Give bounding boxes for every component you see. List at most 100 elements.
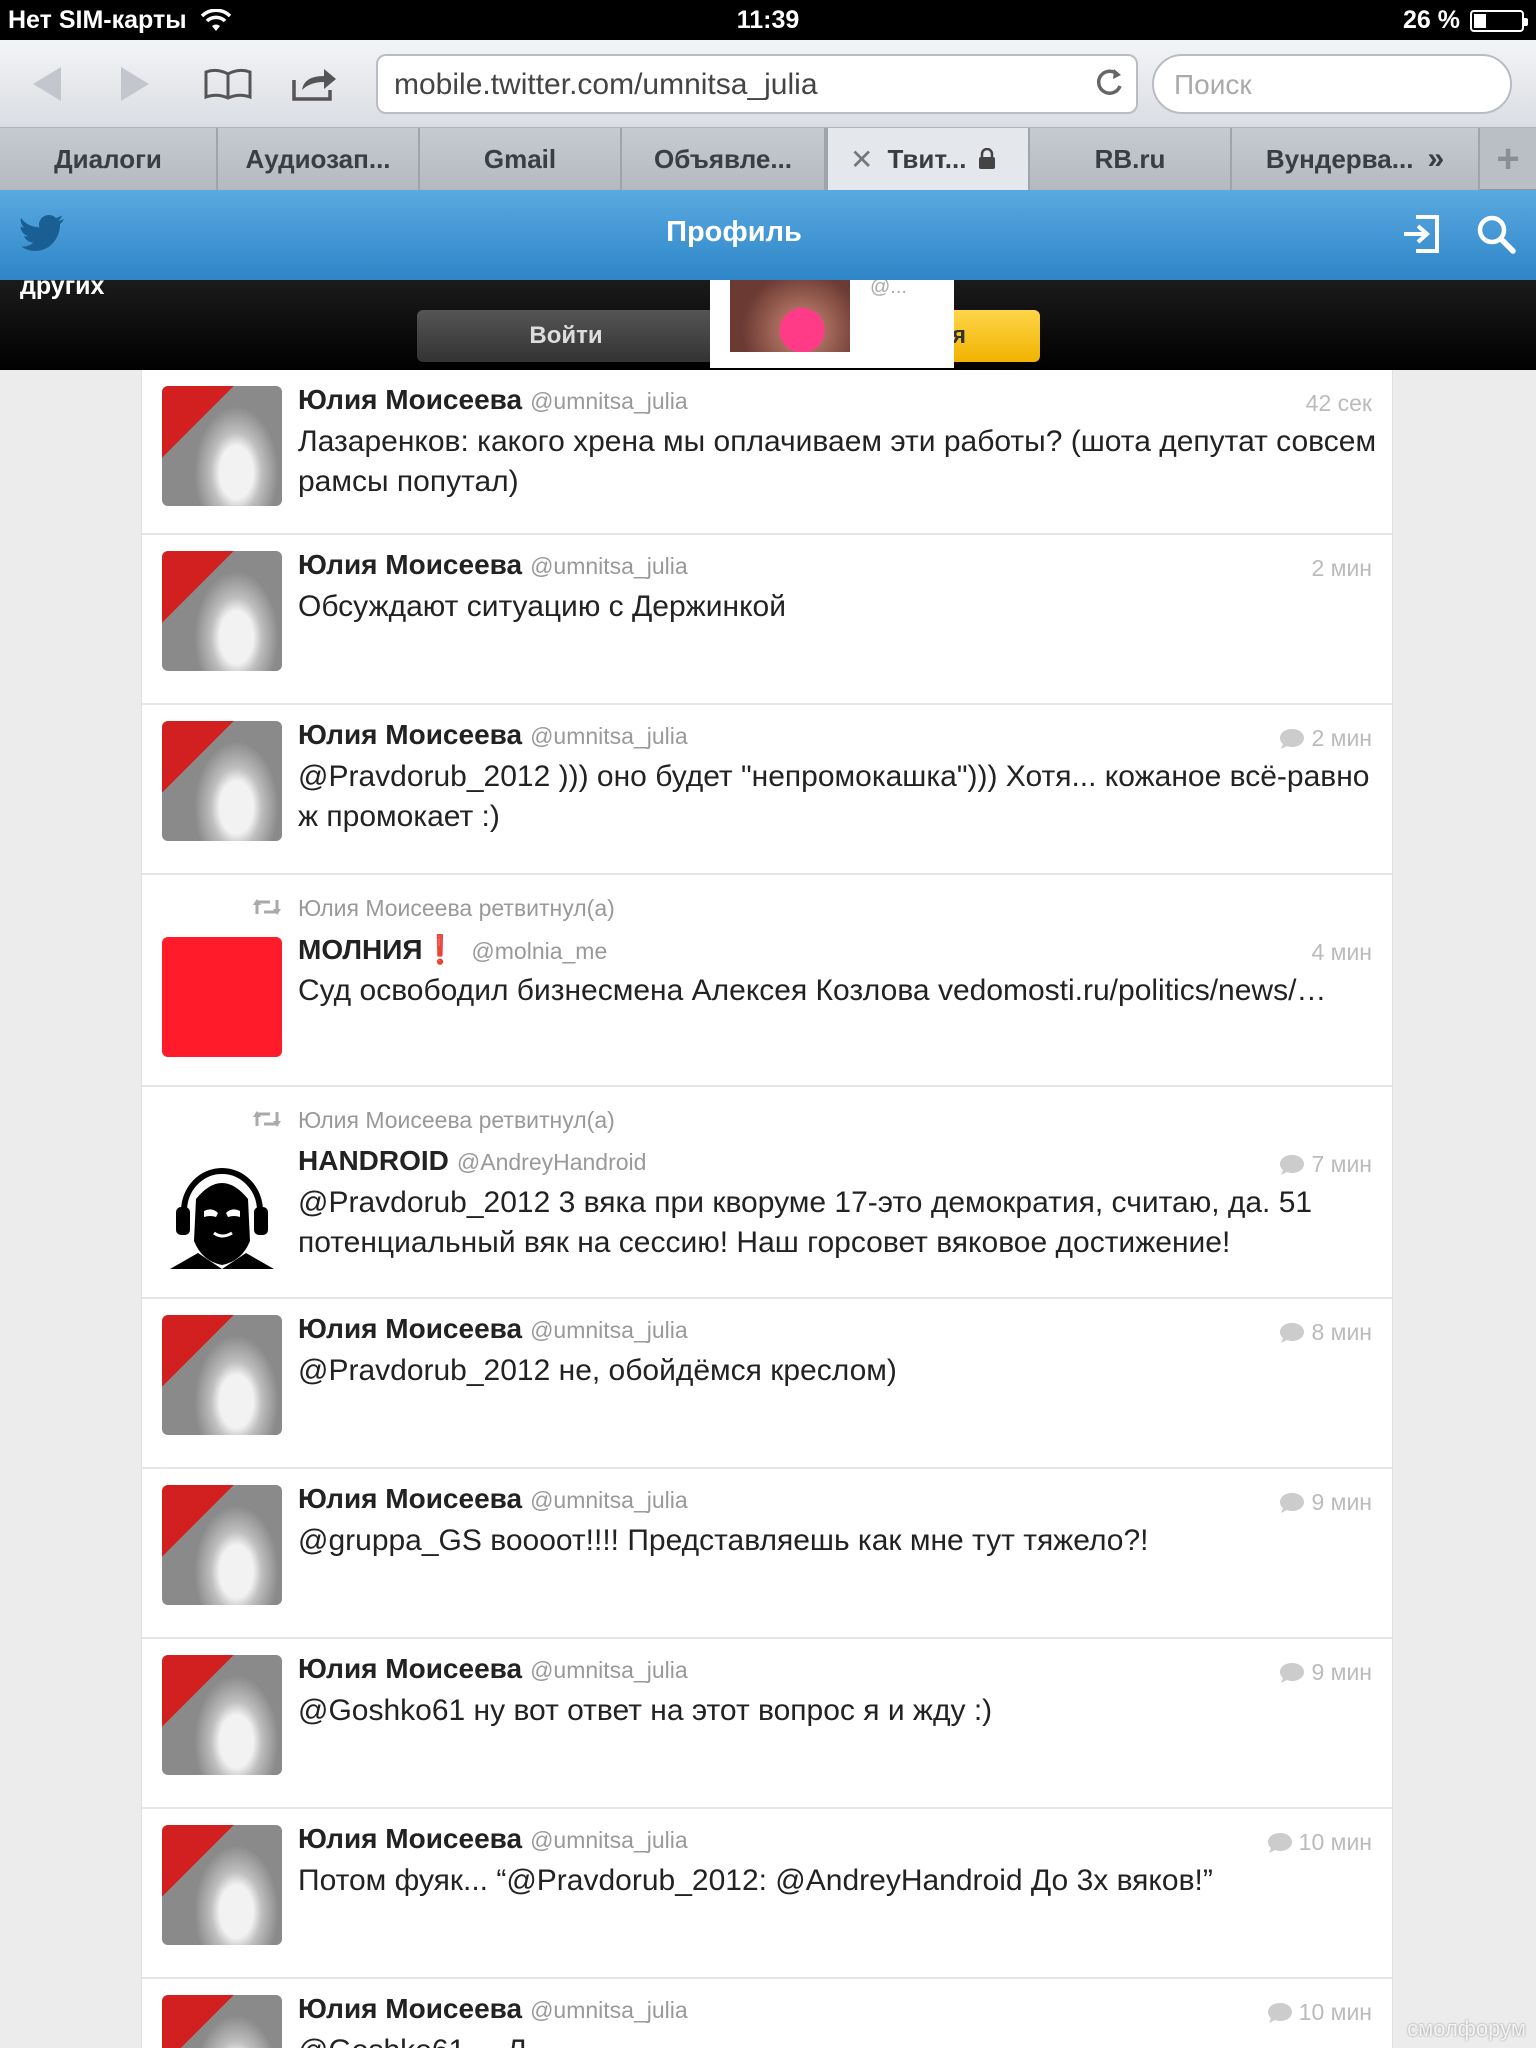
tweet-author: Юлия Моисеева @umnitsa_julia xyxy=(298,1823,688,1855)
avatar[interactable] xyxy=(162,1149,282,1269)
url-field[interactable]: mobile.twitter.com/umnitsa_julia xyxy=(376,54,1138,114)
tab-close-icon[interactable]: ✕ xyxy=(850,143,873,176)
tweet-item[interactable]: Юлия Моисеева @umnitsa_julia 10 мин Потом… xyxy=(142,1809,1392,1979)
tab-label: Gmail xyxy=(483,143,557,174)
battery-icon xyxy=(1470,9,1528,32)
back-arrow-icon xyxy=(33,67,61,101)
reload-icon[interactable] xyxy=(1092,66,1126,100)
tab-gmail[interactable]: Gmail xyxy=(420,128,622,190)
author-handle[interactable]: @umnitsa_julia xyxy=(530,1997,688,2023)
reply-bubble-icon xyxy=(1267,2002,1292,2023)
author-handle[interactable]: @umnitsa_julia xyxy=(530,1317,688,1343)
time-label: 9 мин xyxy=(1311,1659,1372,1685)
profile-thumbnail xyxy=(730,280,850,352)
avatar[interactable] xyxy=(162,721,282,841)
plus-icon: + xyxy=(1496,136,1520,181)
book-icon xyxy=(204,68,252,100)
author-name[interactable]: Юлия Моисеева xyxy=(298,1993,522,2024)
avatar[interactable] xyxy=(162,1825,282,1945)
avatar[interactable] xyxy=(162,551,282,671)
tweet-text: Суд освободил бизнесмена Алексея Козлова… xyxy=(298,974,1327,1007)
search-input[interactable]: Поиск xyxy=(1152,54,1512,114)
tweet-text: Лазаренков: какого хрена мы оплачиваем э… xyxy=(298,425,1377,498)
author-name[interactable]: Юлия Моисеева xyxy=(298,1313,522,1344)
author-name[interactable]: Юлия Моисеева xyxy=(298,1653,522,1684)
avatar[interactable] xyxy=(162,1655,282,1775)
retweet-by: Юлия Моисеева ретвитнул(а) xyxy=(298,1107,615,1133)
tweet-text: @Goshko61 ... Л... xyxy=(298,2031,1378,2048)
author-handle[interactable]: @umnitsa_julia xyxy=(530,553,688,579)
retweet-icon xyxy=(253,1111,281,1127)
tab-rb[interactable]: RB.ru xyxy=(1030,128,1232,190)
author-name[interactable]: HANDROID xyxy=(298,1145,449,1176)
author-name[interactable]: МОЛНИЯ xyxy=(298,934,423,965)
author-handle[interactable]: @molnia_me xyxy=(471,938,607,964)
author-handle[interactable]: @AndreyHandroid xyxy=(457,1149,647,1175)
tweet-item[interactable]: Юлия Моисеева @umnitsa_julia 42 сек Лазар… xyxy=(142,370,1392,535)
tweet-time: 10 мин xyxy=(1267,1999,1372,2026)
tweet-item[interactable]: Юлия Моисеева ретвитнул(а) HANDROID @Andr… xyxy=(142,1087,1392,1299)
author-name[interactable]: Юлия Моисеева xyxy=(298,719,522,750)
tweet-item[interactable]: Юлия Моисеева @umnitsa_julia 9 мин @Goshk… xyxy=(142,1639,1392,1809)
tab-label: Твит... xyxy=(887,143,967,174)
avatar[interactable] xyxy=(162,1315,282,1435)
tweet-item[interactable]: Юлия Моисеева ретвитнул(а) МОЛНИЯ❗ @molni… xyxy=(142,875,1392,1087)
tweet-author: Юлия Моисеева @umnitsa_julia xyxy=(298,1313,688,1345)
tweet-item[interactable]: Юлия Моисеева @umnitsa_julia 2 мин Обсужд… xyxy=(142,535,1392,705)
tweet-author: Юлия Моисеева @umnitsa_julia xyxy=(298,1993,688,2025)
bookmarks-button[interactable] xyxy=(200,56,256,112)
tab-objavle[interactable]: Объявле... xyxy=(622,128,826,190)
tweet-author: Юлия Моисеева @umnitsa_julia xyxy=(298,719,688,751)
author-handle[interactable]: @umnitsa_julia xyxy=(530,1487,688,1513)
battery-percent: 26 % xyxy=(1403,6,1460,34)
more-tabs-icon[interactable]: » xyxy=(1427,142,1444,176)
tab-audio[interactable]: Аудиозап... xyxy=(218,128,420,190)
author-handle[interactable]: @umnitsa_julia xyxy=(530,1657,688,1683)
author-handle[interactable]: @umnitsa_julia xyxy=(530,388,688,414)
avatar[interactable] xyxy=(162,1995,282,2048)
tab-label: RB.ru xyxy=(1094,143,1166,174)
tweet-text: @gruppa_GS воооот!!!! Представляешь как … xyxy=(298,1524,1149,1557)
tab-label: Диалоги xyxy=(54,143,162,174)
sign-in-icon[interactable] xyxy=(1402,214,1440,254)
tab-bar: Диалоги Аудиозап... Gmail Объявле... ✕ Т… xyxy=(0,128,1536,190)
time-label: 10 мин xyxy=(1298,1829,1372,1855)
author-name[interactable]: Юлия Моисеева xyxy=(298,549,522,580)
reply-bubble-icon xyxy=(1280,1662,1305,1683)
new-tab-button[interactable]: + xyxy=(1480,128,1536,190)
share-button[interactable] xyxy=(286,56,342,112)
tab-dialogi[interactable]: Диалоги xyxy=(0,128,218,190)
url-text: mobile.twitter.com/umnitsa_julia xyxy=(394,68,818,101)
tweet-item[interactable]: Юлия Моисеева @umnitsa_julia 10 мин @Gosh… xyxy=(142,1979,1392,2048)
retweet-icon xyxy=(253,899,281,915)
login-button[interactable]: Войти xyxy=(417,310,715,362)
tab-twitter[interactable]: ✕ Твит... xyxy=(826,128,1030,190)
lock-icon xyxy=(979,148,996,169)
avatar[interactable] xyxy=(162,386,282,506)
author-name[interactable]: Юлия Моисеева xyxy=(298,1823,522,1854)
status-bar: Нет SIM-карты 11:39 26 % xyxy=(0,0,1536,40)
popup-handle: @... xyxy=(870,280,907,298)
reply-bubble-icon xyxy=(1280,728,1305,749)
forward-button[interactable] xyxy=(108,56,164,112)
tweet-text: @Pravdorub_2012 3 вяка при кворуме 17-эт… xyxy=(298,1186,1313,1259)
tweet-item[interactable]: Юлия Моисеева @umnitsa_julia 2 мин @Pravd… xyxy=(142,705,1392,875)
avatar[interactable] xyxy=(162,1485,282,1605)
tweet-item[interactable]: Юлия Моисеева @umnitsa_julia 8 мин @Pravd… xyxy=(142,1299,1392,1469)
tweet-item[interactable]: Юлия Моисеева @umnitsa_julia 9 мин @grupp… xyxy=(142,1469,1392,1639)
twitter-header: Профиль xyxy=(0,190,1536,280)
tweet-author: МОЛНИЯ❗ @molnia_me xyxy=(298,933,607,966)
tab-vunderva[interactable]: Вундерва... » xyxy=(1232,128,1480,190)
back-button[interactable] xyxy=(18,56,74,112)
forward-arrow-icon xyxy=(121,67,149,101)
tweet-timeline: Юлия Моисеева @umnitsa_julia 42 сек Лазар… xyxy=(141,370,1393,2048)
author-name[interactable]: Юлия Моисеева xyxy=(298,384,522,415)
author-handle[interactable]: @umnitsa_julia xyxy=(530,1827,688,1853)
search-icon[interactable] xyxy=(1476,214,1516,254)
tweet-time: 8 мин xyxy=(1279,1319,1372,1346)
retweet-by: Юлия Моисеева ретвитнул(а) xyxy=(298,895,615,921)
time-label: 42 сек xyxy=(1305,390,1372,416)
author-handle[interactable]: @umnitsa_julia xyxy=(530,723,688,749)
author-name[interactable]: Юлия Моисеева xyxy=(298,1483,522,1514)
avatar[interactable] xyxy=(162,937,282,1057)
